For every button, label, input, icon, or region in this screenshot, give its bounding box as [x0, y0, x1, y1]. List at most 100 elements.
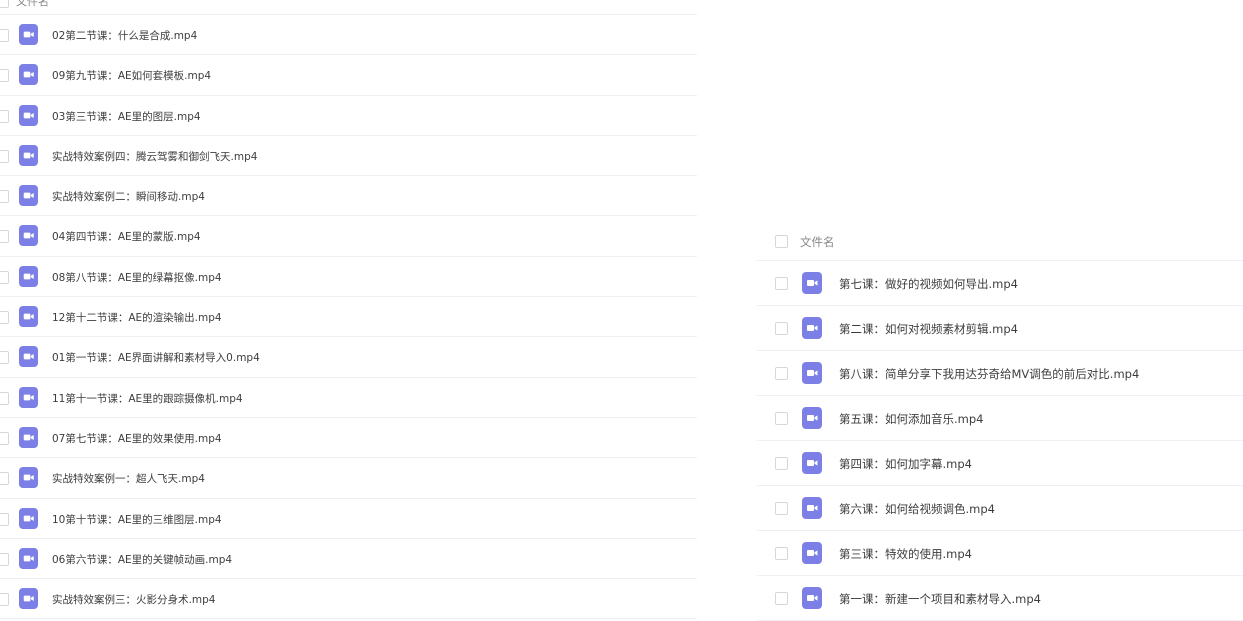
video-file-icon: [19, 306, 38, 328]
video-file-icon: [19, 185, 38, 207]
file-name[interactable]: 02第二节课：什么是合成.mp4: [52, 28, 197, 43]
file-name[interactable]: 实战特效案例二：瞬间移动.mp4: [52, 189, 205, 204]
file-row[interactable]: 实战特效案例三：火影分身术.mp4: [0, 579, 697, 620]
video-file-icon: [19, 64, 38, 86]
file-name[interactable]: 07第七节课：AE里的效果使用.mp4: [52, 431, 222, 446]
file-row[interactable]: 第五课：如何添加音乐.mp4: [757, 396, 1243, 441]
file-name[interactable]: 11第十一节课：AE里的跟踪摄像机.mp4: [52, 391, 243, 406]
video-file-icon: [19, 588, 38, 610]
file-row[interactable]: 01第一节课：AE界面讲解和素材导入0.mp4: [0, 337, 697, 378]
select-all-checkbox[interactable]: [0, 0, 9, 8]
video-file-icon: [802, 362, 822, 384]
video-file-icon: [19, 346, 38, 368]
file-name[interactable]: 12第十二节课：AE的渲染输出.mp4: [52, 310, 222, 325]
file-checkbox[interactable]: [0, 109, 9, 123]
column-header-filename[interactable]: 文件名: [800, 234, 835, 250]
file-name[interactable]: 03第三节课：AE里的图层.mp4: [52, 109, 201, 124]
file-row[interactable]: 09第九节课：AE如何套模板.mp4: [0, 55, 697, 96]
file-checkbox[interactable]: [775, 502, 788, 515]
video-file-icon: [802, 272, 822, 294]
file-row[interactable]: 08第八节课：AE里的绿幕抠像.mp4: [0, 257, 697, 298]
file-row[interactable]: 11第十一节课：AE里的跟踪摄像机.mp4: [0, 378, 697, 418]
file-name[interactable]: 第五课：如何添加音乐.mp4: [839, 411, 983, 427]
file-row[interactable]: 07第七节课：AE里的效果使用.mp4: [0, 418, 697, 459]
file-checkbox[interactable]: [775, 547, 788, 560]
file-name[interactable]: 01第一节课：AE界面讲解和素材导入0.mp4: [52, 350, 260, 365]
file-row[interactable]: 实战特效案例四：腾云驾雾和御剑飞天.mp4: [0, 136, 697, 177]
video-file-icon: [802, 542, 822, 564]
video-file-icon: [19, 265, 38, 287]
file-name[interactable]: 04第四节课：AE里的蒙版.mp4: [52, 229, 201, 244]
file-row[interactable]: 第七课：做好的视频如何导出.mp4: [757, 261, 1243, 306]
file-row[interactable]: 实战特效案例一：超人飞天.mp4: [0, 458, 697, 499]
file-row[interactable]: 实战特效案例二：瞬间移动.mp4: [0, 176, 697, 217]
video-file-icon: [19, 386, 38, 408]
file-list-right: 文件名 第七课：做好的视频如何导出.mp4 第二课：如何对视频素材剪辑.mp4 第八…: [757, 221, 1243, 621]
file-row[interactable]: 03第三节课：AE里的图层.mp4: [0, 96, 697, 136]
video-file-icon: [802, 497, 822, 519]
file-checkbox[interactable]: [775, 412, 788, 425]
file-name[interactable]: 第七课：做好的视频如何导出.mp4: [839, 276, 1018, 292]
column-header-filename[interactable]: 文件名: [16, 0, 49, 9]
video-file-icon: [19, 144, 38, 166]
file-checkbox[interactable]: [0, 431, 9, 445]
file-checkbox[interactable]: [0, 311, 9, 325]
file-checkbox[interactable]: [0, 29, 9, 42]
file-row[interactable]: 第一课：新建一个项目和素材导入.mp4: [757, 576, 1243, 621]
file-checkbox[interactable]: [0, 391, 9, 405]
video-file-icon: [19, 507, 38, 529]
file-row[interactable]: 第六课：如何给视频调色.mp4: [757, 486, 1243, 531]
file-name[interactable]: 实战特效案例四：腾云驾雾和御剑飞天.mp4: [52, 149, 257, 164]
video-file-icon: [19, 426, 38, 448]
file-row[interactable]: 第三课：特效的使用.mp4: [757, 531, 1243, 576]
video-file-icon: [19, 104, 38, 126]
file-checkbox[interactable]: [0, 593, 9, 607]
file-row[interactable]: 06第六节课：AE里的关键帧动画.mp4: [0, 539, 697, 580]
file-name[interactable]: 09第九节课：AE如何套模板.mp4: [52, 68, 211, 83]
file-name[interactable]: 第二课：如何对视频素材剪辑.mp4: [839, 321, 1018, 337]
file-name[interactable]: 08第八节课：AE里的绿幕抠像.mp4: [52, 270, 222, 285]
file-checkbox[interactable]: [0, 149, 9, 163]
file-name[interactable]: 实战特效案例三：火影分身术.mp4: [52, 592, 215, 607]
file-checkbox[interactable]: [775, 592, 788, 605]
file-row[interactable]: 第二课：如何对视频素材剪辑.mp4: [757, 306, 1243, 351]
file-row[interactable]: 12第十二节课：AE的渲染输出.mp4: [0, 297, 697, 338]
file-checkbox[interactable]: [0, 351, 9, 365]
file-checkbox[interactable]: [0, 270, 9, 284]
video-file-icon: [802, 317, 822, 339]
file-checkbox[interactable]: [775, 457, 788, 470]
file-checkbox[interactable]: [0, 472, 9, 486]
file-checkbox[interactable]: [0, 230, 9, 244]
video-file-icon: [19, 225, 38, 247]
file-checkbox[interactable]: [0, 552, 9, 566]
file-name[interactable]: 第一课：新建一个项目和素材导入.mp4: [839, 591, 1041, 607]
file-name[interactable]: 06第六节课：AE里的关键帧动画.mp4: [52, 552, 232, 567]
file-list-left: 文件名 02第二节课：什么是合成.mp4 09第九节课：AE如何套模板.mp4 03…: [0, 0, 697, 620]
file-row[interactable]: 10第十节课：AE里的三维图层.mp4: [0, 499, 697, 539]
file-row[interactable]: 02第二节课：什么是合成.mp4: [0, 15, 697, 56]
video-file-icon: [802, 587, 822, 609]
video-file-icon: [802, 452, 822, 474]
file-checkbox[interactable]: [775, 277, 788, 290]
file-name[interactable]: 实战特效案例一：超人飞天.mp4: [52, 471, 205, 486]
file-checkbox[interactable]: [775, 367, 788, 380]
video-file-icon: [19, 24, 38, 45]
file-list-header: 文件名: [0, 0, 697, 15]
file-checkbox[interactable]: [0, 190, 9, 204]
select-all-checkbox[interactable]: [775, 235, 788, 248]
file-row[interactable]: 第四课：如何加字幕.mp4: [757, 441, 1243, 486]
video-file-icon: [19, 547, 38, 569]
file-checkbox[interactable]: [0, 512, 9, 526]
video-file-icon: [19, 467, 38, 489]
file-name[interactable]: 第四课：如何加字幕.mp4: [839, 456, 972, 472]
file-name[interactable]: 第六课：如何给视频调色.mp4: [839, 501, 995, 517]
file-row[interactable]: 04第四节课：AE里的蒙版.mp4: [0, 216, 697, 257]
video-file-icon: [802, 407, 822, 429]
file-name[interactable]: 第八课：简单分享下我用达芬奇给MV调色的前后对比.mp4: [839, 366, 1139, 382]
file-list-header: 文件名: [757, 221, 1243, 261]
file-checkbox[interactable]: [775, 322, 788, 335]
file-row[interactable]: 第八课：简单分享下我用达芬奇给MV调色的前后对比.mp4: [757, 351, 1243, 396]
file-checkbox[interactable]: [0, 69, 9, 83]
file-name[interactable]: 第三课：特效的使用.mp4: [839, 546, 972, 562]
file-name[interactable]: 10第十节课：AE里的三维图层.mp4: [52, 512, 222, 527]
